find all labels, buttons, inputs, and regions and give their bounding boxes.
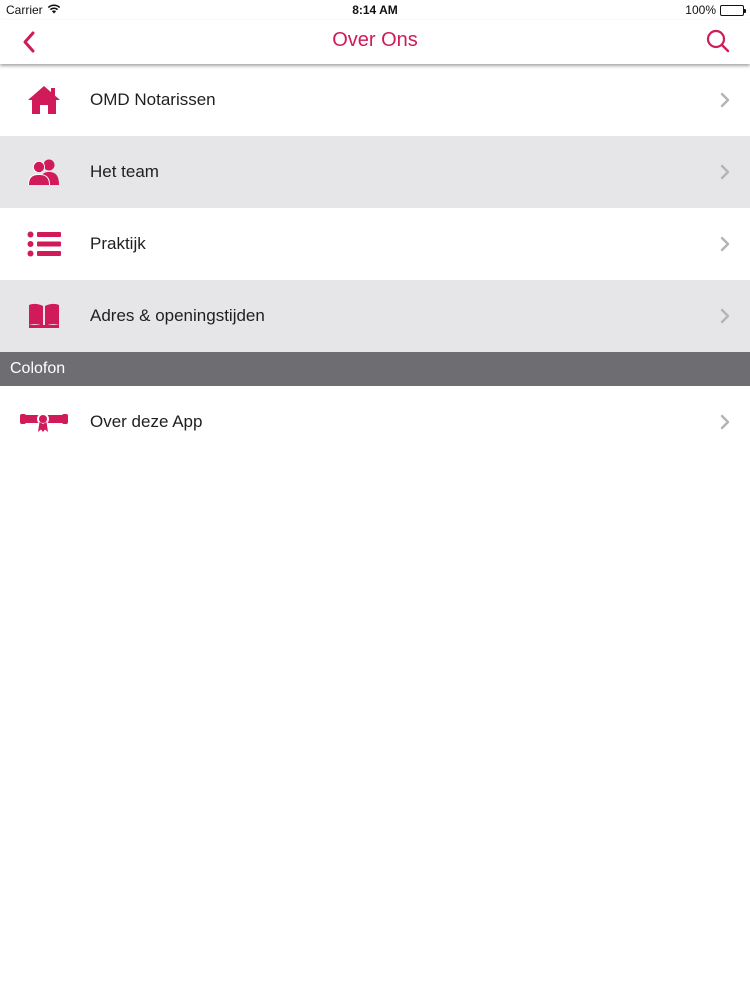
chevron-right-icon	[720, 92, 730, 108]
list-icon	[0, 208, 90, 280]
status-time: 8:14 AM	[352, 3, 398, 17]
navigation-bar: Over Ons	[0, 20, 750, 64]
section-title: Colofon	[10, 360, 66, 377]
search-icon	[706, 29, 730, 53]
chevron-right-icon	[720, 164, 730, 180]
list-item-label: Over deze App	[90, 412, 203, 431]
book-icon	[0, 280, 90, 352]
search-button[interactable]	[704, 27, 732, 55]
diploma-icon	[0, 386, 90, 458]
status-bar: Carrier 8:14 AM 100%	[0, 0, 750, 20]
chevron-right-icon	[720, 236, 730, 252]
page-title: Over Ons	[332, 29, 418, 51]
battery-percent: 100%	[685, 3, 716, 17]
list-item-adres-openingstijden[interactable]: Adres & openingstijden	[0, 280, 750, 352]
section-header-colofon: Colofon	[0, 352, 750, 386]
menu-list: OMD Notarissen Het team Praktijk Adres &…	[0, 64, 750, 352]
list-item-praktijk[interactable]: Praktijk	[0, 208, 750, 280]
list-item-het-team[interactable]: Het team	[0, 136, 750, 208]
home-icon	[0, 64, 90, 136]
list-item-over-deze-app[interactable]: Over deze App	[0, 386, 750, 458]
status-right: 100%	[685, 3, 746, 17]
chevron-right-icon	[720, 414, 730, 430]
list-item-label: Praktijk	[90, 234, 146, 253]
list-item-label: Het team	[90, 162, 159, 181]
colofon-list: Over deze App	[0, 386, 750, 458]
chevron-right-icon	[720, 308, 730, 324]
team-icon	[0, 136, 90, 208]
list-item-label: Adres & openingstijden	[90, 306, 265, 325]
list-item-label: OMD Notarissen	[90, 90, 216, 109]
list-item-omd-notarissen[interactable]: OMD Notarissen	[0, 64, 750, 136]
battery-icon	[720, 4, 746, 16]
